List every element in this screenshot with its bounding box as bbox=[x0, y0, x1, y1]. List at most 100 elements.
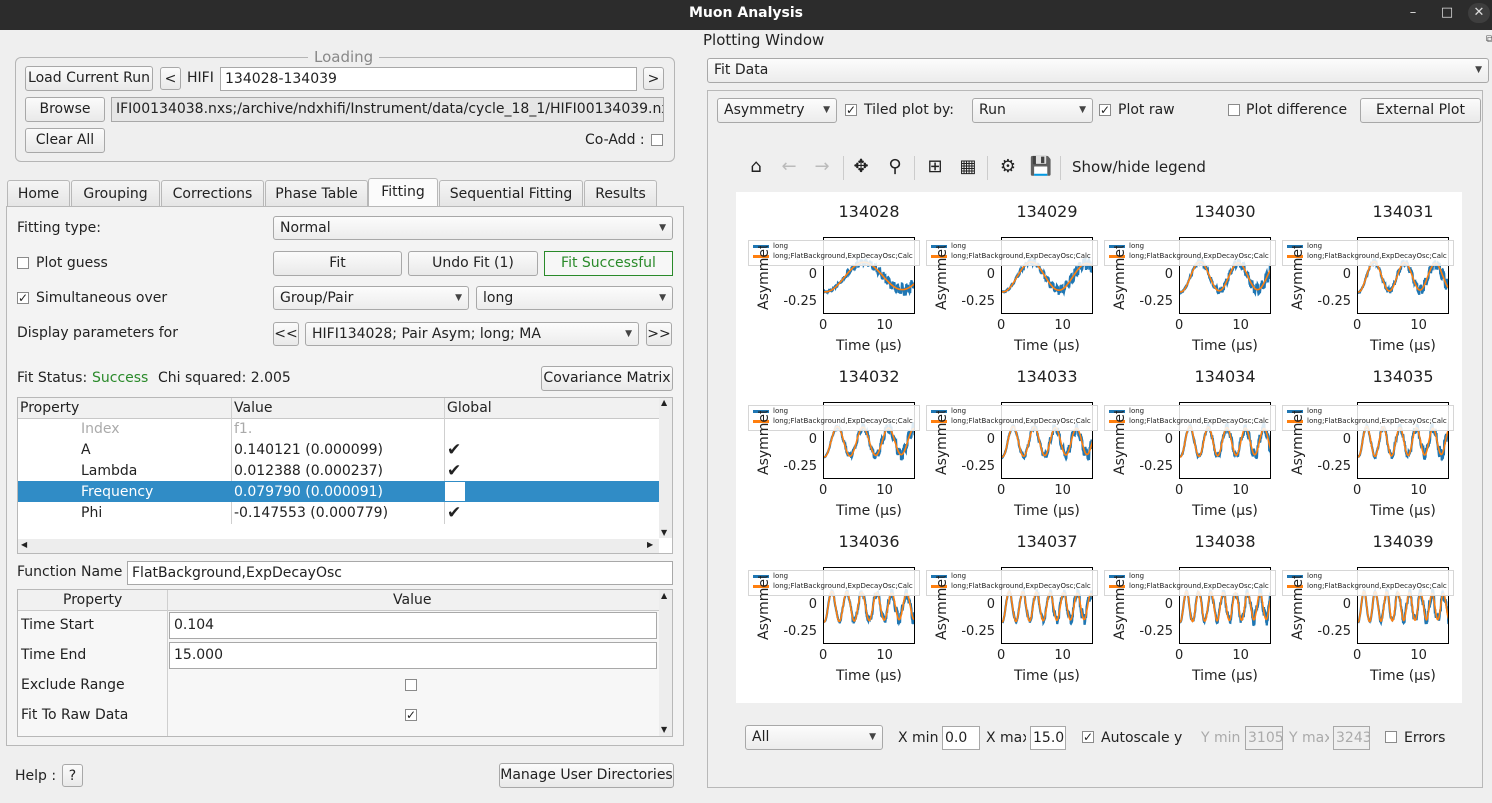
simultaneous-checkbox[interactable]: ✓ bbox=[17, 292, 29, 304]
subplot[interactable]: 134037 long long;FlatBackground,ExpDecayOs… bbox=[914, 532, 1098, 697]
scroll-up-icon[interactable]: ▲ bbox=[661, 591, 667, 600]
tab-results[interactable]: Results bbox=[584, 180, 657, 206]
tab-grouping[interactable]: Grouping bbox=[71, 180, 160, 206]
manage-user-directories-button[interactable]: Manage User Directories bbox=[499, 763, 674, 788]
fit-button[interactable]: Fit bbox=[273, 251, 402, 276]
tab-fitting[interactable]: Fitting bbox=[368, 178, 438, 207]
fitting-type-select[interactable]: Normal ▼ bbox=[273, 216, 673, 240]
show-hide-legend-button[interactable]: Show/hide legend bbox=[1072, 157, 1206, 177]
subplot[interactable]: 134029 long long;FlatBackground,ExpDecayOs… bbox=[914, 202, 1098, 367]
display-prev-button[interactable]: << bbox=[273, 322, 299, 346]
grid-layout-icon[interactable]: ▦ bbox=[956, 156, 980, 177]
tab-phase-table[interactable]: Phase Table bbox=[265, 180, 368, 206]
scroll-down-icon[interactable]: ▼ bbox=[661, 725, 667, 734]
vertical-scrollbar[interactable] bbox=[659, 590, 672, 736]
scroll-right-icon[interactable]: ▶ bbox=[647, 540, 653, 549]
zoom-icon[interactable]: ⚲ bbox=[883, 156, 907, 177]
display-params-select[interactable]: HIFI134028; Pair Asym; long; MA ▼ bbox=[305, 322, 639, 346]
subplot[interactable]: 134038 long long;FlatBackground,ExpDecayOs… bbox=[1092, 532, 1276, 697]
subplot[interactable]: 134033 long long;FlatBackground,ExpDecayOs… bbox=[914, 367, 1098, 532]
y-tick-label: -0.25 bbox=[1139, 459, 1173, 474]
fit-to-raw-checkbox[interactable]: ✓ bbox=[405, 709, 417, 721]
tab-home[interactable]: Home bbox=[7, 180, 70, 206]
param-row-value[interactable]: 0.140121 (0.000099) bbox=[234, 440, 383, 460]
covariance-matrix-button[interactable]: Covariance Matrix bbox=[541, 366, 673, 391]
simultaneous-group-select[interactable]: long ▼ bbox=[476, 286, 673, 310]
file-path-field[interactable]: IFI00134038.nxs;/archive/ndxhifi/Instrum… bbox=[111, 97, 664, 122]
load-current-run-button[interactable]: Load Current Run bbox=[25, 66, 153, 91]
param-row-value[interactable]: -0.147553 (0.000779) bbox=[234, 503, 388, 523]
function-name-input[interactable]: FlatBackground,ExpDecayOsc bbox=[127, 561, 673, 585]
subplot[interactable]: 134028 long long;FlatBackground,ExpDecayOs… bbox=[736, 202, 920, 367]
subplot[interactable]: 134035 long long;FlatBackground,ExpDecayOs… bbox=[1270, 367, 1454, 532]
plot-difference-checkbox[interactable] bbox=[1228, 104, 1240, 116]
legend-label: long;FlatBackground,ExpDecayOsc;Calc bbox=[1307, 417, 1447, 425]
plot-canvas[interactable]: 134028 long long;FlatBackground,ExpDecayOs… bbox=[736, 192, 1462, 703]
plot-mode-select[interactable]: Fit Data ▼ bbox=[707, 58, 1489, 83]
exclude-range-checkbox[interactable] bbox=[405, 679, 417, 691]
maximize-icon[interactable]: □ bbox=[1436, 3, 1458, 23]
previous-run-button[interactable]: < bbox=[160, 67, 181, 90]
gear-icon[interactable]: ⚙ bbox=[996, 156, 1020, 177]
xmin-input[interactable]: 0.0 bbox=[942, 726, 980, 750]
time-end-input[interactable]: 15.000 bbox=[169, 642, 657, 669]
vertical-scrollbar[interactable] bbox=[659, 398, 672, 538]
scroll-left-icon[interactable]: ◀ bbox=[21, 540, 27, 549]
global-checkbox[interactable] bbox=[445, 482, 465, 501]
co-add-checkbox[interactable] bbox=[651, 134, 663, 146]
legend-label: long bbox=[773, 572, 789, 580]
subplot[interactable]: 134032 long long;FlatBackground,ExpDecayOs… bbox=[736, 367, 920, 532]
subplots-icon[interactable]: ⊞ bbox=[923, 156, 947, 177]
time-start-input[interactable]: 0.104 bbox=[169, 612, 657, 639]
legend-entry: long bbox=[1105, 406, 1275, 416]
y-axis-label: Asymmetry bbox=[756, 576, 772, 640]
toolbar-divider bbox=[1060, 156, 1061, 180]
horizontal-scrollbar[interactable] bbox=[18, 539, 659, 553]
forward-arrow-icon[interactable]: → bbox=[810, 156, 834, 177]
undo-fit-button[interactable]: Undo Fit (1) bbox=[408, 251, 538, 276]
home-icon[interactable]: ⌂ bbox=[744, 156, 768, 177]
param-row-value[interactable]: 0.012388 (0.000237) bbox=[234, 461, 383, 481]
external-plot-button[interactable]: External Plot bbox=[1360, 98, 1481, 123]
tiled-plot-checkbox[interactable]: ✓ bbox=[845, 104, 857, 116]
scroll-up-icon[interactable]: ▲ bbox=[661, 398, 667, 407]
subplot[interactable]: 134039 long long;FlatBackground,ExpDecayOs… bbox=[1270, 532, 1454, 697]
autoscale-checkbox[interactable]: ✓ bbox=[1082, 731, 1094, 743]
subplot[interactable]: 134030 long long;FlatBackground,ExpDecayOs… bbox=[1092, 202, 1276, 367]
global-check-icon[interactable]: ✔ bbox=[447, 461, 461, 481]
back-arrow-icon[interactable]: ← bbox=[777, 156, 801, 177]
tab-sequential-fitting[interactable]: Sequential Fitting bbox=[439, 180, 583, 206]
errors-checkbox[interactable] bbox=[1385, 731, 1397, 743]
clear-all-button[interactable]: Clear All bbox=[25, 128, 105, 153]
subplot[interactable]: 134031 long long;FlatBackground,ExpDecayOs… bbox=[1270, 202, 1454, 367]
plot-guess-checkbox[interactable] bbox=[17, 257, 29, 269]
y-axis-label: Asymmetry bbox=[1290, 576, 1306, 640]
close-icon[interactable]: ✕ bbox=[1468, 3, 1490, 23]
plot-type-select[interactable]: Asymmetry ▼ bbox=[717, 98, 837, 123]
ymin-input[interactable]: 3105 bbox=[1245, 726, 1283, 750]
browse-button[interactable]: Browse bbox=[25, 97, 105, 122]
run-range-input[interactable]: 134028-134039 bbox=[220, 67, 637, 91]
global-check-icon[interactable]: ✔ bbox=[447, 503, 461, 523]
param-row-value[interactable]: 0.079790 (0.000091) bbox=[234, 482, 383, 502]
minimize-icon[interactable]: – bbox=[1402, 3, 1424, 23]
subplot[interactable]: 134036 long long;FlatBackground,ExpDecayOs… bbox=[736, 532, 920, 697]
tab-corrections[interactable]: Corrections bbox=[161, 180, 264, 206]
scroll-down-icon[interactable]: ▼ bbox=[661, 528, 667, 537]
tiled-by-value: Run bbox=[979, 102, 1006, 118]
pan-icon[interactable]: ✥ bbox=[849, 156, 873, 177]
tiled-by-select[interactable]: Run ▼ bbox=[972, 98, 1093, 123]
global-check-icon[interactable]: ✔ bbox=[447, 440, 461, 460]
display-next-button[interactable]: >> bbox=[646, 322, 672, 346]
plot-raw-checkbox[interactable]: ✓ bbox=[1099, 104, 1111, 116]
save-icon[interactable]: 💾 bbox=[1029, 156, 1053, 177]
fit-successful-button[interactable]: Fit Successful bbox=[544, 251, 673, 276]
xmax-input[interactable]: 15.0 bbox=[1030, 726, 1066, 750]
subplot[interactable]: 134034 long long;FlatBackground,ExpDecayOs… bbox=[1092, 367, 1276, 532]
ymax-input[interactable]: 3243 bbox=[1333, 726, 1370, 750]
next-run-button[interactable]: > bbox=[643, 67, 664, 90]
simultaneous-by-select[interactable]: Group/Pair ▼ bbox=[273, 286, 469, 310]
undock-icon[interactable]: ⧉ bbox=[1486, 34, 1492, 45]
plot-selector-select[interactable]: All ▼ bbox=[745, 725, 883, 750]
help-button[interactable]: ? bbox=[62, 764, 83, 787]
